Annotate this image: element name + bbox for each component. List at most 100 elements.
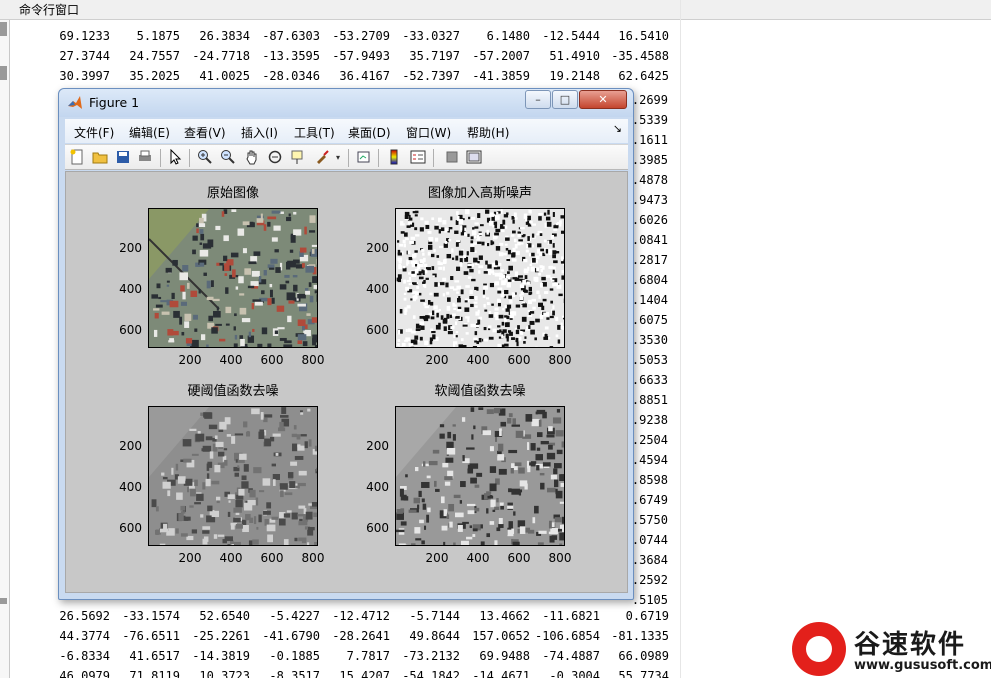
menu-view[interactable]: 查看(V): [184, 124, 226, 141]
toolbar-separator: [348, 149, 349, 167]
output-value: -13.3595: [262, 49, 320, 63]
menu-desktop[interactable]: 桌面(D): [348, 124, 391, 141]
maximize-button[interactable]: □: [552, 90, 578, 109]
output-value: -33.0327: [402, 29, 460, 43]
output-value: 55.7734: [618, 669, 669, 678]
x-tick-label: 200: [425, 551, 449, 565]
print-icon[interactable]: [136, 149, 154, 167]
menu-file[interactable]: 文件(F): [74, 124, 114, 141]
output-value: 26.3834: [199, 29, 250, 43]
output-value: -41.6790: [262, 629, 320, 643]
toolbar-separator: [378, 149, 379, 167]
figure-title: Figure 1: [89, 95, 140, 110]
legend-icon[interactable]: [409, 149, 427, 167]
output-value: 35.2025: [129, 69, 180, 83]
save-icon[interactable]: [114, 149, 132, 167]
show-plot-tools-icon[interactable]: [465, 149, 483, 167]
y-tick-label: 400: [366, 282, 389, 296]
logo-badge-icon: [792, 622, 846, 676]
menu-edit[interactable]: 编辑(E): [129, 124, 170, 141]
menu-help[interactable]: 帮助(H): [467, 124, 509, 141]
image-content: [149, 407, 317, 545]
subplot-title: 软阈值函数去噪: [434, 384, 526, 399]
output-value: -0.3004: [549, 669, 600, 678]
output-value: -52.7397: [402, 69, 460, 83]
rotate-3d-icon[interactable]: [266, 149, 284, 167]
menu-window[interactable]: 窗口(W): [406, 124, 451, 141]
zoom-out-icon[interactable]: [219, 149, 237, 167]
output-value: -5.4227: [269, 609, 320, 623]
figure-menubar: 文件(F) 编辑(E) 查看(V) 插入(I) 工具(T) 桌面(D) 窗口(W…: [65, 119, 628, 143]
close-button[interactable]: ✕: [579, 90, 627, 109]
hide-plot-tools-icon[interactable]: [443, 149, 461, 167]
output-value: 5.1875: [136, 29, 180, 43]
output-value: 16.5410: [618, 29, 669, 43]
figure-canvas[interactable]: 原始图像 200 400 600 200 400 600 800 图像加入高斯噪声 200 400 6…: [65, 171, 628, 593]
x-tick-label: 800: [301, 551, 325, 565]
output-value: 69.1233: [59, 29, 110, 43]
output-value: -14.3819: [192, 649, 250, 663]
y-tick-label: 400: [119, 282, 142, 296]
output-value: -87.6303: [262, 29, 320, 43]
output-value: 66.0989: [618, 649, 669, 663]
zoom-in-icon[interactable]: [196, 149, 214, 167]
open-folder-icon[interactable]: [91, 149, 109, 167]
image-axes[interactable]: [148, 406, 318, 546]
x-tick-label: 200: [178, 551, 202, 565]
output-value: -12.4712: [332, 609, 390, 623]
output-row: 69.1233 5.1875 26.3834 -87.6303 -53.2709 -33.…: [0, 24, 991, 44]
y-tick-label: 600: [119, 521, 142, 535]
x-tick-label: 800: [548, 353, 572, 367]
watermark-logo: 谷速软件 www.gususoft.com: [792, 620, 991, 678]
new-file-icon[interactable]: [68, 149, 86, 167]
logo-url: www.gususoft.com: [854, 658, 991, 673]
output-value: 62.6425: [618, 69, 669, 83]
output-value: -12.5444: [542, 29, 600, 43]
image-axes[interactable]: [395, 406, 565, 546]
x-tick-label: 400: [219, 551, 243, 565]
menu-insert[interactable]: 插入(I): [241, 124, 278, 141]
dock-arrow-icon[interactable]: ↘: [613, 122, 622, 135]
matlab-logo-icon: [68, 96, 82, 109]
x-tick-label: 400: [466, 551, 490, 565]
pan-hand-icon[interactable]: [243, 149, 261, 167]
x-tick-label: 800: [548, 551, 572, 565]
output-value: 24.7557: [129, 49, 180, 63]
x-tick-label: 400: [466, 353, 490, 367]
y-tick-label: 400: [366, 480, 389, 494]
output-value: 44.3774: [59, 629, 110, 643]
x-tick-label: 800: [301, 353, 325, 367]
link-plot-icon[interactable]: [355, 149, 373, 167]
y-tick-label: 600: [366, 323, 389, 337]
image-axes[interactable]: [148, 208, 318, 348]
output-value: -106.6854: [534, 629, 600, 643]
x-tick-label: 200: [425, 353, 449, 367]
y-tick-label: 400: [119, 480, 142, 494]
output-value: -76.6511: [122, 629, 180, 643]
y-tick-label: 600: [119, 323, 142, 337]
brush-dropdown-icon[interactable]: ▾: [333, 149, 343, 167]
figure-titlebar[interactable]: Figure 1 – □ ✕: [59, 89, 633, 117]
output-value: -54.1842: [402, 669, 460, 678]
output-value: 7.7817: [346, 649, 390, 663]
output-value: -14.4671: [472, 669, 530, 678]
output-row: 30.3997 35.2025 41.0025 -28.0346 36.4167 -52.…: [0, 64, 991, 84]
output-value: 6.1480: [486, 29, 530, 43]
output-value: -0.1885: [269, 649, 320, 663]
output-value: 19.2148: [549, 69, 600, 83]
x-tick-label: 600: [260, 353, 284, 367]
image-axes[interactable]: [395, 208, 565, 348]
image-content: [396, 209, 564, 347]
pointer-icon[interactable]: [166, 148, 184, 167]
x-tick-label: 400: [219, 353, 243, 367]
figure-window[interactable]: Figure 1 – □ ✕ 文件(F) 编辑(E) 查看(V) 插入(I) 工…: [58, 88, 634, 600]
toolbar-separator: [189, 149, 190, 167]
output-value: 30.3997: [59, 69, 110, 83]
data-cursor-icon[interactable]: [289, 149, 307, 167]
brush-icon[interactable]: [313, 149, 331, 167]
menu-tools[interactable]: 工具(T): [294, 124, 335, 141]
output-value: 26.5692: [59, 609, 110, 623]
output-value: 49.8644: [409, 629, 460, 643]
minimize-button[interactable]: –: [525, 90, 551, 109]
colorbar-icon[interactable]: [385, 149, 403, 167]
